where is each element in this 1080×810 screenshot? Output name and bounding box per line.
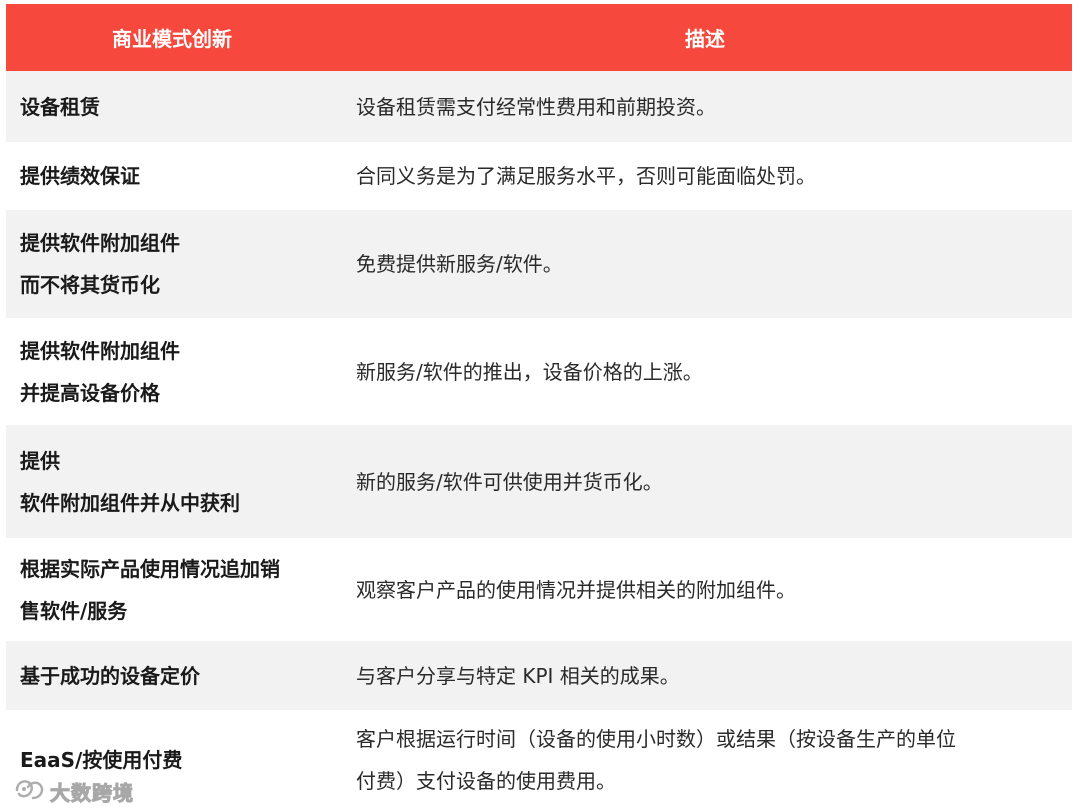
model-text: 软件附加组件并从中获利 [20, 490, 240, 515]
model-text: 根据实际产品使用情况追加销 [20, 556, 280, 581]
table-header: 商业模式创新 描述 [6, 4, 1072, 71]
model-text: 基于成功的设备定价 [20, 663, 200, 688]
description-text: 设备租赁需支付经常性费用和前期投资。 [356, 94, 716, 119]
model-cell: 提供 软件附加组件并从中获利 [6, 440, 342, 524]
description-cell: 新的服务/软件可供使用并货币化。 [342, 461, 1072, 503]
model-cell: 基于成功的设备定价 [6, 655, 342, 697]
description-cell: 观察客户产品的使用情况并提供相关的附加组件。 [342, 569, 1072, 611]
model-text: 设备租赁 [20, 94, 100, 119]
model-text: 提供 [20, 448, 60, 473]
model-text: EaaS/按使用付费 [20, 747, 183, 772]
model-cell: EaaS/按使用付费 [6, 739, 342, 781]
description-cell: 客户根据运行时间（设备的使用小时数）或结果（按设备生产的单位 付费）支付设备的使… [342, 718, 1072, 802]
watermark-text: 大数跨境 [50, 781, 134, 806]
description-text: 合同义务是为了满足服务水平，否则可能面临处罚。 [356, 164, 816, 188]
description-text: 新服务/软件的推出，设备价格的上涨。 [356, 359, 703, 384]
model-cell: 提供软件附加组件 并提高设备价格 [6, 330, 342, 414]
brand-logo-icon [14, 778, 44, 806]
description-text: 免费提供新服务/软件。 [356, 252, 563, 276]
model-text: 而不将其货币化 [20, 273, 160, 297]
table-row: 提供软件附加组件 并提高设备价格 新服务/软件的推出，设备价格的上涨。 [6, 318, 1072, 425]
watermark: 大数跨境 [14, 777, 134, 806]
table-row: EaaS/按使用付费 客户根据运行时间（设备的使用小时数）或结果（按设备生产的单… [6, 710, 1072, 809]
model-text: 提供绩效保证 [20, 164, 140, 188]
model-cell: 提供绩效保证 [6, 155, 342, 197]
header-model: 商业模式创新 [112, 27, 232, 51]
model-text: 并提高设备价格 [20, 380, 160, 405]
model-text: 售软件/服务 [20, 598, 128, 623]
description-text: 客户根据运行时间（设备的使用小时数）或结果（按设备生产的单位 [356, 726, 956, 751]
table-row: 提供绩效保证 合同义务是为了满足服务水平，否则可能面临处罚。 [6, 142, 1072, 210]
description-text: 付费）支付设备的使用费用。 [356, 768, 616, 793]
description-cell: 与客户分享与特定 KPI 相关的成果。 [342, 655, 1072, 697]
description-cell: 合同义务是为了满足服务水平，否则可能面临处罚。 [342, 155, 1072, 197]
model-cell: 提供软件附加组件 而不将其货币化 [6, 222, 342, 306]
description-text: 与客户分享与特定 KPI 相关的成果。 [356, 663, 680, 688]
description-cell: 新服务/软件的推出，设备价格的上涨。 [342, 351, 1072, 393]
header-description: 描述 [685, 27, 725, 51]
table-row: 提供软件附加组件 而不将其货币化 免费提供新服务/软件。 [6, 210, 1072, 318]
business-model-table: 商业模式创新 描述 设备租赁 设备租赁需支付经常性费用和前期投资。 提供绩效保证… [6, 4, 1072, 809]
model-cell: 设备租赁 [6, 86, 342, 128]
description-text: 观察客户产品的使用情况并提供相关的附加组件。 [356, 577, 796, 602]
model-cell: 根据实际产品使用情况追加销 售软件/服务 [6, 548, 342, 632]
table-row: 设备租赁 设备租赁需支付经常性费用和前期投资。 [6, 71, 1072, 142]
description-text: 新的服务/软件可供使用并货币化。 [356, 469, 663, 494]
table-row: 提供 软件附加组件并从中获利 新的服务/软件可供使用并货币化。 [6, 425, 1072, 538]
description-cell: 免费提供新服务/软件。 [342, 243, 1072, 285]
model-text: 提供软件附加组件 [20, 231, 180, 255]
table-row: 基于成功的设备定价 与客户分享与特定 KPI 相关的成果。 [6, 641, 1072, 710]
table-row: 根据实际产品使用情况追加销 售软件/服务 观察客户产品的使用情况并提供相关的附加… [6, 538, 1072, 641]
description-cell: 设备租赁需支付经常性费用和前期投资。 [342, 86, 1072, 128]
model-text: 提供软件附加组件 [20, 338, 180, 363]
